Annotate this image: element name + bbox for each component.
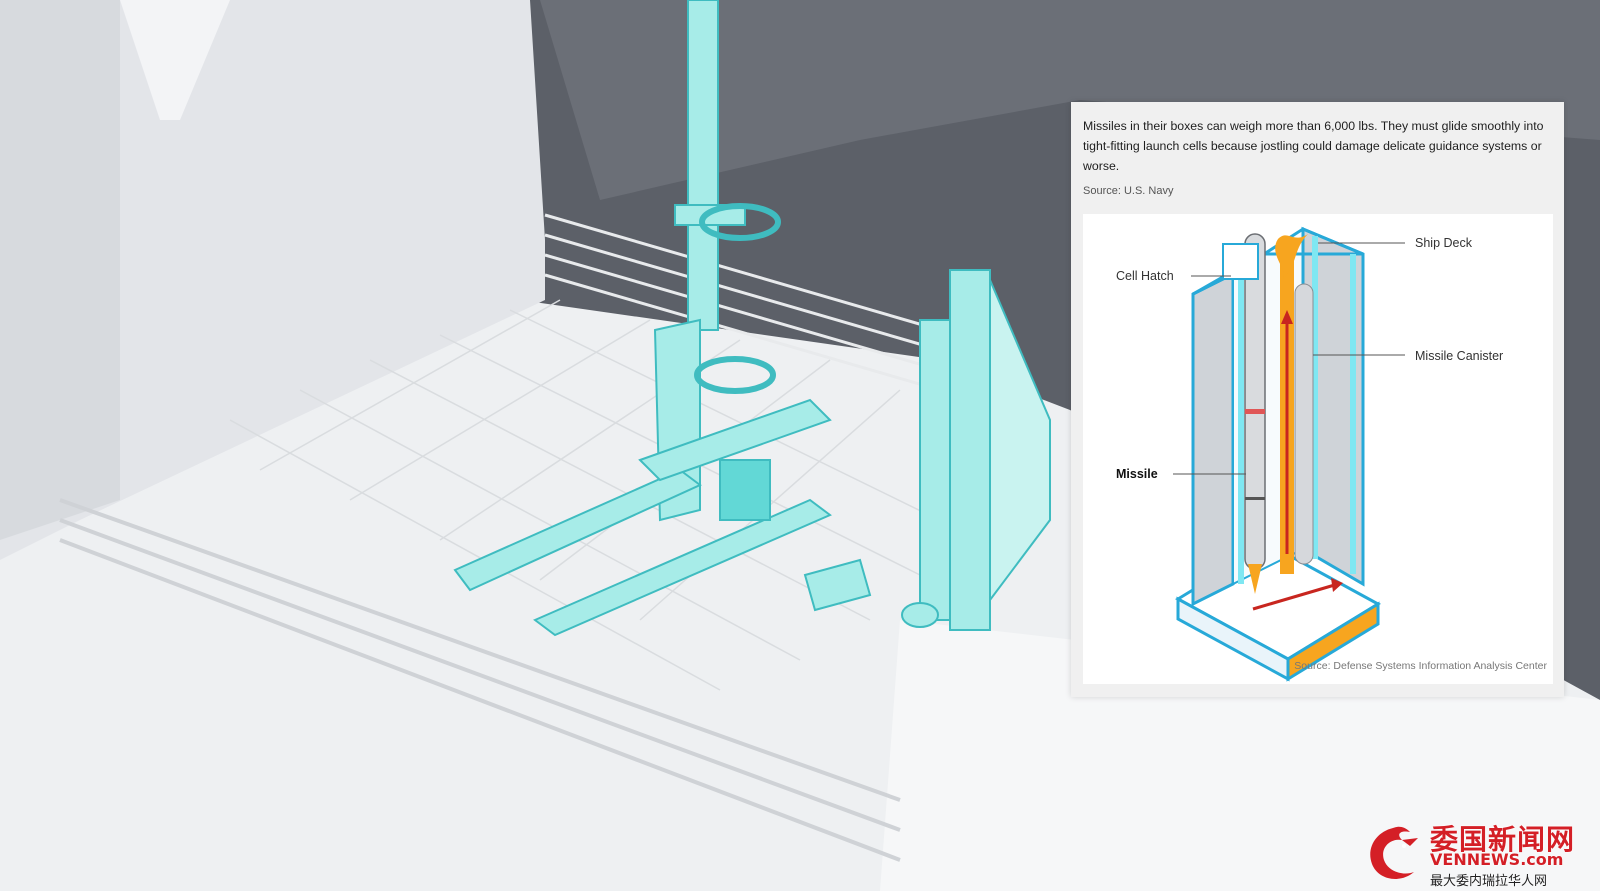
watermark-domain: VENNEWS.com [1430,850,1564,869]
label-cell-hatch: Cell Hatch [1116,269,1174,283]
source-navy: Source: U.S. Navy [1083,185,1174,197]
vennews-watermark: 委国新闻网 VENNEWS.com 最大委内瑞拉华人网 [1358,820,1598,890]
launch-cell-illustration [1173,226,1405,682]
label-missile-canister: Missile Canister [1415,349,1504,363]
caption-text: Missiles in their boxes can weigh more t… [1083,119,1544,173]
source-dsiac: Source: Defense Systems Information Anal… [1294,660,1547,672]
info-overlay-card: Missiles in their boxes can weigh more t… [1071,102,1564,697]
launch-cell-diagram: Ship Deck Cell Hatch Missile Canister Mi… [1083,214,1553,684]
label-missile: Missile [1116,467,1158,481]
dragon-logo-icon [1370,826,1418,879]
label-ship-deck: Ship Deck [1415,236,1472,250]
watermark-slogan: 最大委内瑞拉华人网 [1430,874,1548,889]
